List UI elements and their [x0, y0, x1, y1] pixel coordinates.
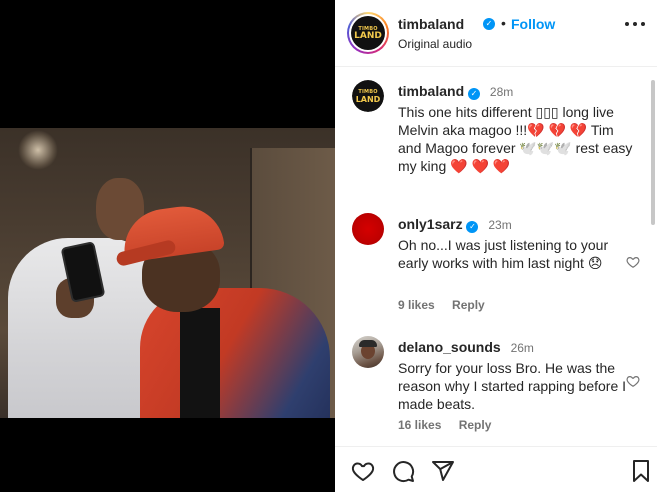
caption-content: timbaland ✓ 28m This one hits different … — [398, 82, 638, 175]
share-icon[interactable] — [431, 459, 455, 483]
comment-avatar[interactable] — [352, 213, 384, 245]
comment-item: only1sarz ✓ 23m Oh no...I was just liste… — [347, 213, 642, 313]
caption-logo: TIMBO LAND — [352, 80, 384, 112]
comments-list[interactable]: TIMBO LAND timbaland ✓ 28m This one hits… — [335, 68, 657, 446]
logo-text-bottom: LAND — [354, 30, 382, 41]
comment-time[interactable]: 23m — [488, 218, 511, 232]
caption-item: TIMBO LAND timbaland ✓ 28m This one hits… — [347, 80, 642, 190]
comment-likes[interactable]: 9 likes — [398, 298, 435, 312]
audio-label[interactable]: Original audio — [398, 37, 472, 51]
photo-shirt — [180, 308, 220, 418]
author-logo: TIMBO LAND — [351, 16, 385, 50]
comment-reply-button[interactable]: Reply — [452, 298, 485, 312]
comment-text: Sorry for your loss Bro. He was the reas… — [398, 360, 627, 412]
action-bar — [335, 446, 657, 492]
photo-ceiling-light — [18, 130, 58, 170]
comment-item: delano_sounds 26m Sorry for your loss Br… — [347, 336, 642, 436]
scrollbar[interactable] — [651, 80, 655, 225]
post-header: TIMBO LAND timbaland ✓ • Follow Original… — [335, 0, 657, 67]
caption-avatar[interactable]: TIMBO LAND — [352, 80, 384, 112]
post-side-panel: TIMBO LAND timbaland ✓ • Follow Original… — [335, 0, 657, 492]
comment-content: only1sarz ✓ 23m Oh no...I was just liste… — [398, 215, 638, 272]
comment-reply-button[interactable]: Reply — [459, 418, 492, 432]
author-username[interactable]: timbaland — [398, 16, 464, 32]
author-avatar[interactable]: TIMBO LAND — [347, 12, 389, 54]
follow-button[interactable]: Follow — [511, 16, 555, 32]
separator-dot: • — [501, 15, 506, 31]
verified-badge-icon: ✓ — [466, 221, 479, 233]
more-options-icon[interactable] — [625, 22, 645, 28]
caption-logo-text-bottom: LAND — [355, 94, 381, 104]
bookmark-icon[interactable] — [629, 459, 653, 483]
comment-like-heart-icon[interactable] — [626, 374, 640, 388]
comment-username[interactable]: only1sarz — [398, 216, 463, 232]
caption-text: This one hits different ▯▯▯ long live Me… — [398, 104, 633, 174]
comment-text: Oh no...I was just listening to your ear… — [398, 237, 609, 271]
verified-badge-icon: ✓ — [483, 18, 495, 30]
comment-time[interactable]: 26m — [511, 341, 534, 355]
caption-username[interactable]: timbaland — [398, 83, 464, 99]
heart-icon[interactable] — [351, 459, 375, 483]
comment-meta: 16 likes Reply — [398, 418, 491, 432]
comment-icon[interactable] — [391, 459, 415, 483]
comment-like-heart-icon[interactable] — [626, 255, 640, 269]
comment-content: delano_sounds 26m Sorry for your loss Br… — [398, 338, 638, 413]
comment-avatar[interactable] — [352, 336, 384, 368]
post-photo[interactable] — [0, 128, 335, 418]
post-media[interactable] — [0, 0, 335, 492]
caption-time[interactable]: 28m — [490, 85, 513, 99]
verified-badge-icon: ✓ — [468, 88, 481, 100]
comment-meta: 9 likes Reply — [398, 298, 485, 312]
comment-likes[interactable]: 16 likes — [398, 418, 441, 432]
comment-username[interactable]: delano_sounds — [398, 339, 501, 355]
